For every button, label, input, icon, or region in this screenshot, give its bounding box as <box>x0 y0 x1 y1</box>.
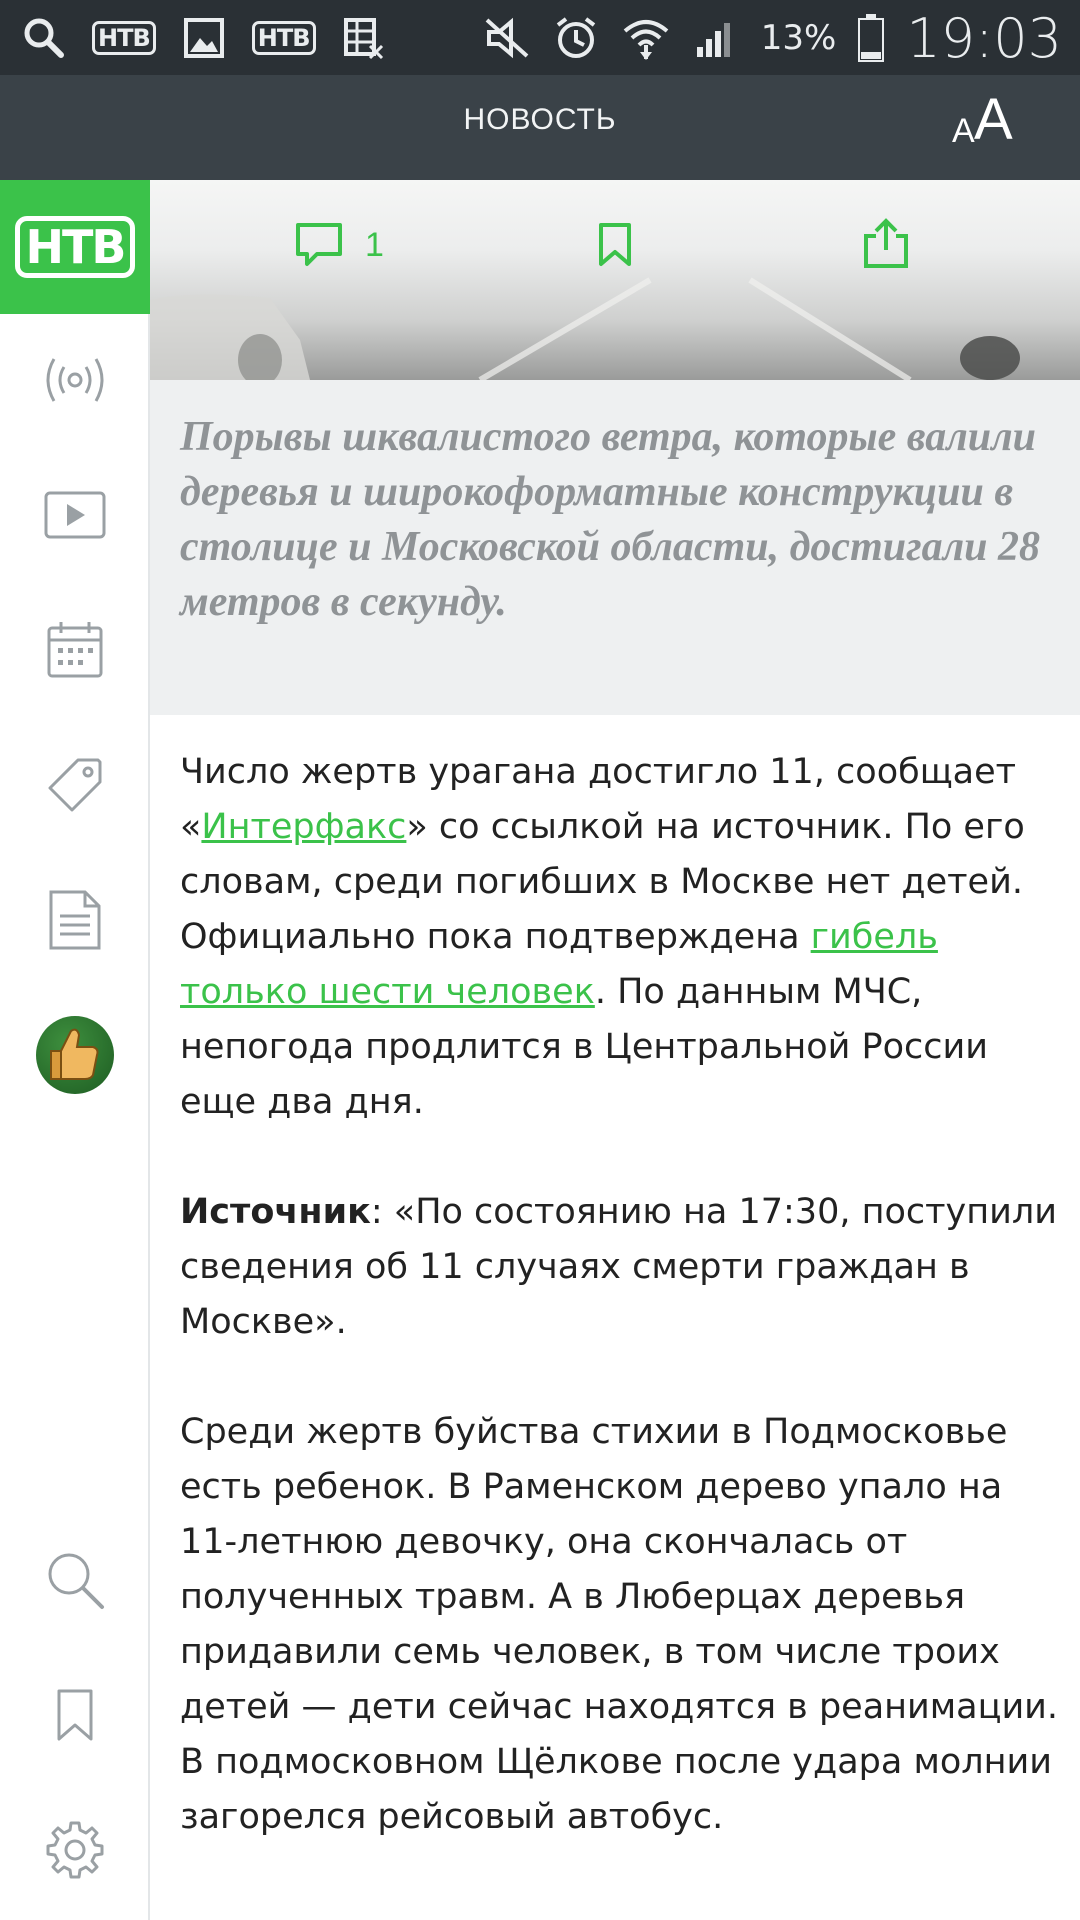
lead-text: Порывы шквалистого ветра, которые валили… <box>180 414 1041 625</box>
ntv-icon: НТВ <box>251 21 316 55</box>
share-button[interactable] <box>862 218 910 270</box>
bookmark-icon <box>57 1689 93 1741</box>
alarm-icon <box>556 17 595 58</box>
status-bar: НТВ НТВ 13% 19:03 <box>0 0 1080 75</box>
article-paragraph: Число жертв урагана достигло 11, сообщае… <box>180 745 1060 1130</box>
interfax-link[interactable]: Интерфакс <box>201 807 406 847</box>
sidebar-item-tags[interactable] <box>0 735 150 835</box>
sidebar-item-live[interactable] <box>0 330 150 430</box>
sidebar-item-video[interactable] <box>0 465 150 565</box>
system-indicators: 13% 19:03 <box>483 6 1062 70</box>
ntv-logo-button[interactable]: НТВ <box>0 180 150 314</box>
article-hero-image: 1 <box>150 180 1080 380</box>
sidebar-item-promo[interactable] <box>0 1005 150 1105</box>
article-paragraph: Среди жертв буйства стихии в Подмосковье… <box>180 1412 1059 1837</box>
sidebar-item-schedule[interactable] <box>0 600 150 700</box>
live-icon <box>46 358 104 402</box>
ntv-icon: НТВ <box>92 21 156 55</box>
battery-icon <box>858 14 885 62</box>
signal-icon <box>696 23 730 57</box>
wifi-icon <box>623 20 669 60</box>
source-label: Источник <box>180 1192 371 1232</box>
article-body: Число жертв урагана достигло 11, сообщае… <box>180 745 1060 1900</box>
thumbs-up-icon <box>36 1016 114 1094</box>
notification-icons: НТВ НТВ <box>22 10 386 66</box>
font-size-small-label: A <box>952 112 975 150</box>
battery-percent: 13% <box>760 18 837 58</box>
settings-icon <box>46 1821 104 1879</box>
search-icon <box>24 18 64 58</box>
sidebar-item-articles[interactable] <box>0 870 150 970</box>
sidebar: НТВ <box>0 180 150 1920</box>
document-icon <box>49 890 101 950</box>
calendar-icon <box>47 622 103 678</box>
comments-button[interactable]: 1 <box>295 222 384 268</box>
ntv-logo: НТВ <box>14 216 136 278</box>
sidebar-item-search[interactable] <box>0 1530 150 1630</box>
comment-count: 1 <box>365 225 384 264</box>
bookmark-article-button[interactable] <box>598 222 632 268</box>
video-icon <box>44 491 106 539</box>
sidebar-item-settings[interactable] <box>0 1800 150 1900</box>
app-header: НОВОСТЬ A A <box>0 75 1080 180</box>
image-icon <box>183 18 224 58</box>
article-lead: Порывы шквалистого ветра, которые валили… <box>150 380 1080 715</box>
clock: 19:03 <box>906 6 1062 70</box>
spreadsheet-icon <box>343 18 383 60</box>
font-size-big-label: A <box>974 87 1013 152</box>
page-title: НОВОСТЬ <box>463 103 617 136</box>
search-icon <box>48 1553 104 1609</box>
mute-icon <box>485 17 529 59</box>
sidebar-item-bookmarks[interactable] <box>0 1665 150 1765</box>
share-icon <box>864 218 908 268</box>
bookmark-icon <box>599 223 631 266</box>
comment-icon <box>296 223 342 266</box>
font-size-button[interactable]: A A <box>952 87 1022 157</box>
article-paragraph: Источник: «По состоянию на 17:30, поступ… <box>180 1185 1060 1350</box>
tag-icon <box>48 758 102 812</box>
article-actions: 1 <box>150 180 1080 310</box>
